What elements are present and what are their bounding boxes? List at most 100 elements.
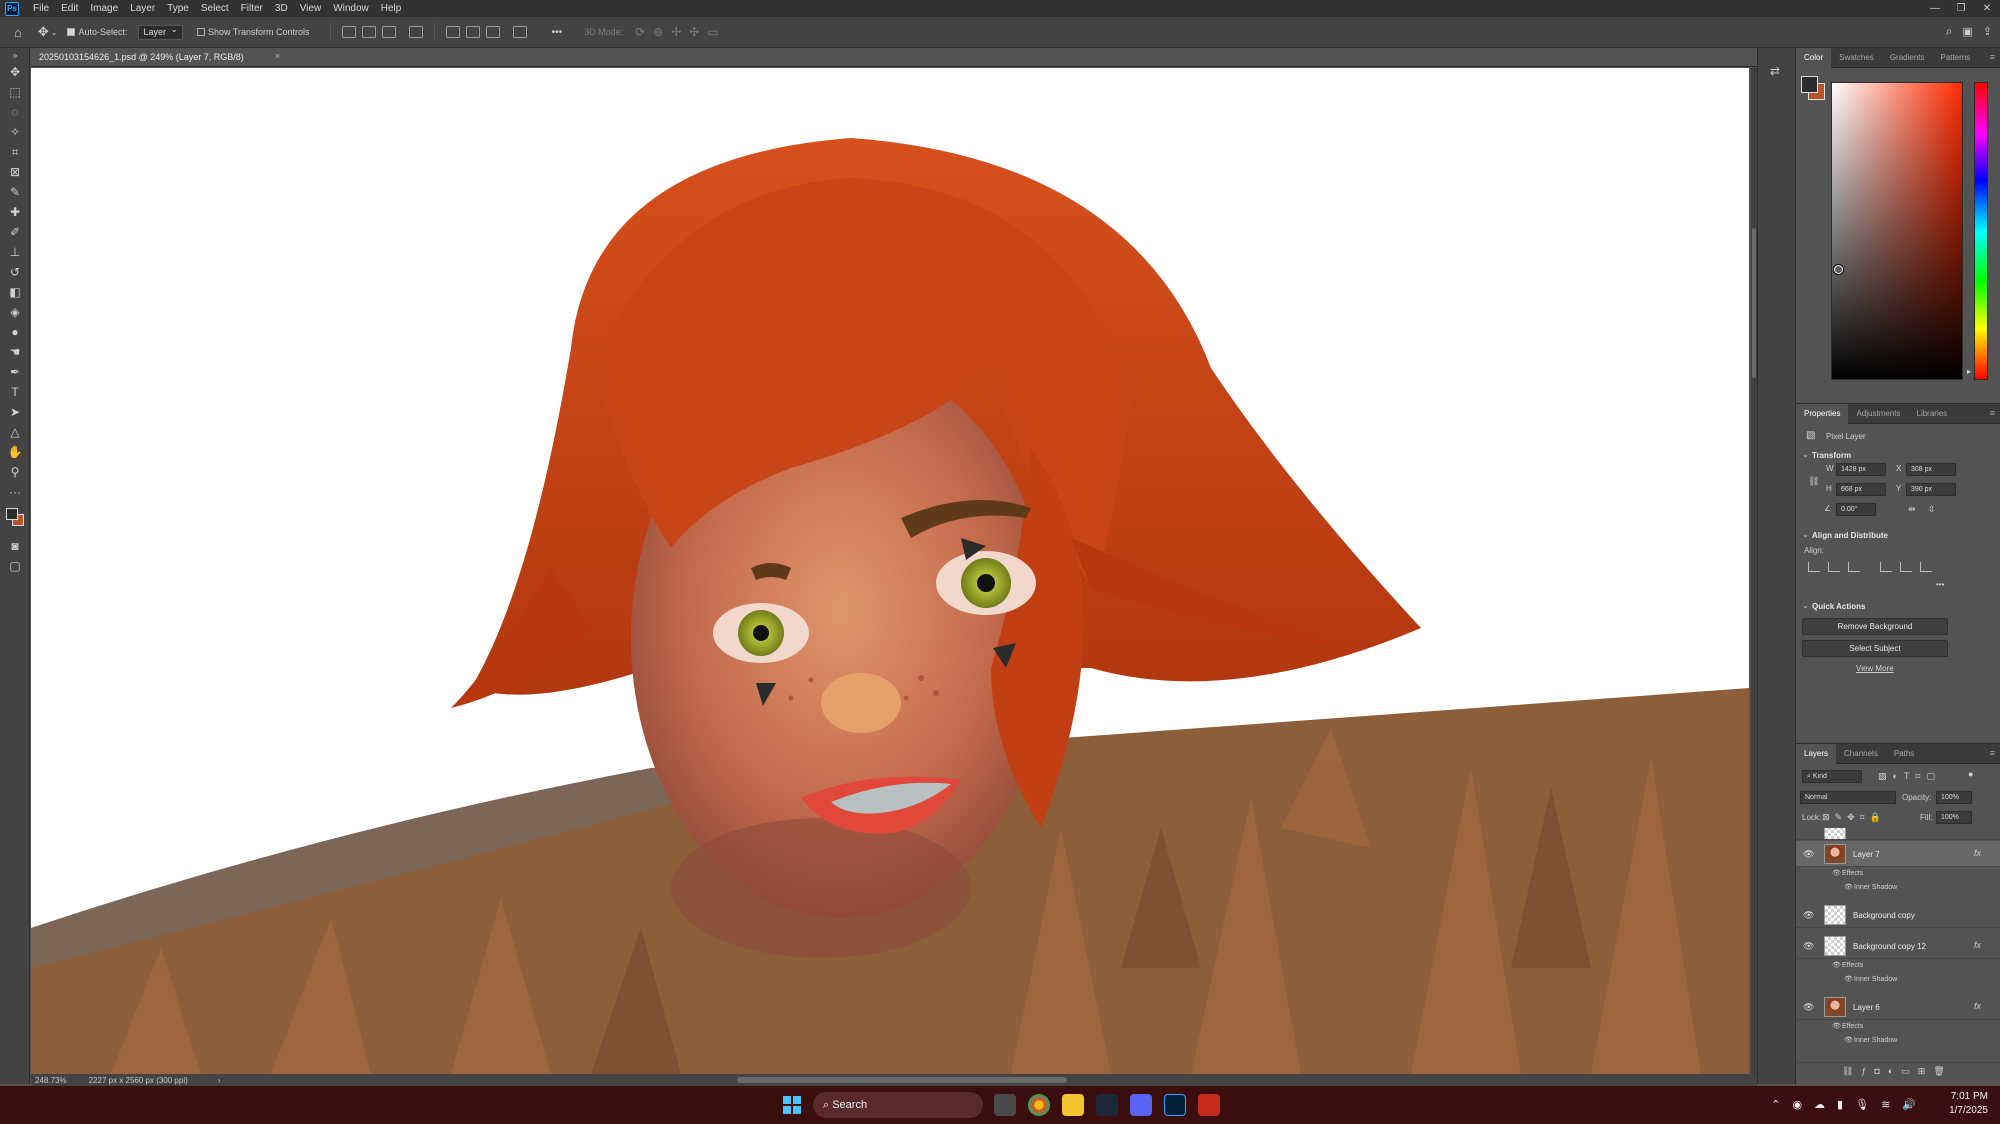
horizontal-scrollbar-thumb[interactable] <box>737 1077 1067 1083</box>
photoshop-taskbar-icon[interactable] <box>1164 1094 1186 1116</box>
align-middle-icon[interactable] <box>1900 562 1912 572</box>
link-icon[interactable]: ⛓ <box>1808 476 1819 487</box>
panel-menu-icon[interactable]: ≡ <box>1990 408 1995 418</box>
dodge-tool-icon[interactable]: ● <box>0 322 30 342</box>
menu-view[interactable]: View <box>294 3 328 14</box>
move-tool-icon[interactable]: ✥ <box>38 24 49 40</box>
orbit-icon[interactable]: ⟳ <box>635 25 645 39</box>
view-more-link[interactable]: View More <box>1856 664 1894 673</box>
document-tab-title[interactable]: 20250103154626_1.psd @ 249% (Layer 7, RG… <box>39 52 258 62</box>
lasso-tool-icon[interactable]: ◌ <box>0 102 30 122</box>
align-left-icon[interactable] <box>1808 562 1820 572</box>
minimize-button[interactable]: — <box>1922 0 1948 17</box>
flip-vertical-icon[interactable]: ⇳ <box>1928 504 1936 515</box>
stamp-tool-icon[interactable]: ⊥ <box>0 242 30 262</box>
search-icon[interactable]: ⌕ <box>1946 24 1953 39</box>
tab-gradients[interactable]: Gradients <box>1882 48 1933 68</box>
tab-paths[interactable]: Paths <box>1886 744 1922 764</box>
menu-edit[interactable]: Edit <box>55 3 84 14</box>
battery-icon[interactable]: ▮ <box>1837 1098 1843 1111</box>
blend-mode-dropdown[interactable]: Normal <box>1800 791 1896 804</box>
brush-tool-icon[interactable]: ✐ <box>0 222 30 242</box>
fill-field[interactable]: 100% <box>1936 811 1972 824</box>
layer-actions-icons[interactable]: ⛓ƒ◘◐▭⊞🗑 <box>1842 1066 1953 1077</box>
tab-patterns[interactable]: Patterns <box>1933 48 1979 68</box>
move-tool-icon[interactable]: ✥ <box>0 62 30 82</box>
lock-icons[interactable]: ⊠✎✥⌗🔒 <box>1822 812 1886 823</box>
pan-icon[interactable]: ✢ <box>671 25 681 39</box>
hand-tool-icon[interactable]: ✋ <box>0 442 30 462</box>
zoom-tool-icon[interactable]: ⚲ <box>0 462 30 482</box>
effects-row[interactable]: 👁 Effects <box>1796 1020 2000 1034</box>
fx-icon[interactable]: fx <box>1974 1001 1981 1011</box>
visibility-eye-icon[interactable]: 👁 <box>1803 941 1814 952</box>
microphone-icon[interactable]: 🎙 <box>1855 1098 1869 1111</box>
tab-layers[interactable]: Layers <box>1796 743 1837 764</box>
align-center-icon[interactable] <box>361 26 376 38</box>
roll-icon[interactable]: ⊚ <box>653 25 663 39</box>
tab-color[interactable]: Color <box>1796 47 1832 68</box>
show-transform-checkbox[interactable]: Show Transform Controls <box>197 27 310 37</box>
layer-filter-icons[interactable]: ▧◐T⌗▢ <box>1878 771 1941 782</box>
chevron-down-icon[interactable]: ⌄ <box>1802 530 1809 539</box>
marquee-tool-icon[interactable]: ⬚ <box>0 82 30 102</box>
menu-layer[interactable]: Layer <box>124 3 161 14</box>
menu-select[interactable]: Select <box>195 3 235 14</box>
visibility-eye-icon[interactable]: 👁 <box>1832 1022 1841 1030</box>
eraser-tool-icon[interactable]: ◧ <box>0 282 30 302</box>
effect-row[interactable]: 👁 Inner Shadow <box>1796 973 2000 987</box>
height-field[interactable]: 668 px <box>1836 483 1886 496</box>
select-subject-button[interactable]: Select Subject <box>1802 640 1948 657</box>
more-options-button[interactable]: ••• <box>552 27 563 38</box>
quick-mask-icon[interactable]: ◙ <box>0 536 30 556</box>
x-field[interactable]: 308 px <box>1906 463 1956 476</box>
visibility-eye-icon[interactable]: 👁 <box>1844 883 1853 891</box>
visibility-eye-icon[interactable]: 👁 <box>1832 961 1841 969</box>
volume-icon[interactable]: 🔊 <box>1902 1098 1916 1111</box>
layer-name[interactable]: Layer 7 <box>1853 850 1880 859</box>
opacity-field[interactable]: 100% <box>1936 791 1972 804</box>
visibility-eye-icon[interactable]: 👁 <box>1844 975 1853 983</box>
home-icon[interactable]: ⌂ <box>14 25 22 40</box>
effects-row[interactable]: 👁 Effects <box>1796 867 2000 881</box>
workspace-icon[interactable]: ▣ <box>1962 24 1972 39</box>
tray-app-icon[interactable]: ◉ <box>1792 1098 1802 1111</box>
collapse-icon[interactable]: » <box>0 48 30 62</box>
distribute-horizontal-icon[interactable] <box>408 26 423 38</box>
layer-row-partial[interactable] <box>1796 828 2000 840</box>
crop-tool-icon[interactable]: ⌗ <box>0 142 30 162</box>
magic-wand-tool-icon[interactable]: ✧ <box>0 122 30 142</box>
chevron-right-icon[interactable]: › <box>218 1076 221 1085</box>
scale-icon[interactable]: ▭ <box>707 25 718 39</box>
slide-icon[interactable]: ✣ <box>689 25 699 39</box>
panel-menu-icon[interactable]: ≡ <box>1990 52 1995 62</box>
chevron-down-icon[interactable]: ⌄ <box>51 28 58 37</box>
task-view-icon[interactable] <box>994 1094 1016 1116</box>
align-bottom-icon[interactable] <box>1920 562 1932 572</box>
close-button[interactable]: ✕ <box>1974 0 2000 17</box>
steam-icon[interactable] <box>1096 1094 1118 1116</box>
effects-row[interactable]: 👁 Effects <box>1796 959 2000 973</box>
layer-row-layer-7[interactable]: 👁 Layer 7 fx <box>1796 841 2000 867</box>
color-swatches[interactable] <box>0 502 30 536</box>
layer-row-layer-6[interactable]: 👁 Layer 6 fx <box>1796 994 2000 1020</box>
wifi-icon[interactable]: ≋ <box>1881 1098 1890 1111</box>
visibility-eye-icon[interactable]: 👁 <box>1803 1002 1814 1013</box>
fx-icon[interactable]: fx <box>1974 940 1981 950</box>
vertical-scrollbar-thumb[interactable] <box>1752 228 1756 378</box>
pen-tool-icon[interactable]: ✒ <box>0 362 30 382</box>
chrome-icon[interactable] <box>1028 1094 1050 1116</box>
effect-row[interactable]: 👁 Inner Shadow <box>1796 881 2000 895</box>
align-middle-icon[interactable] <box>465 26 480 38</box>
remove-background-button[interactable]: Remove Background <box>1802 618 1948 635</box>
cloud-icon[interactable]: ☁ <box>1814 1098 1825 1111</box>
path-selection-tool-icon[interactable]: ➤ <box>0 402 30 422</box>
layer-row-background-copy[interactable]: 👁 Background copy <box>1796 902 2000 928</box>
panel-menu-icon[interactable]: ≡ <box>1990 748 1995 758</box>
hue-slider[interactable] <box>1974 82 1988 380</box>
restore-button[interactable]: ❐ <box>1948 0 1974 17</box>
y-field[interactable]: 390 px <box>1906 483 1956 496</box>
tab-adjustments[interactable]: Adjustments <box>1848 404 1908 424</box>
healing-brush-tool-icon[interactable]: ✚ <box>0 202 30 222</box>
align-top-icon[interactable] <box>1880 562 1892 572</box>
